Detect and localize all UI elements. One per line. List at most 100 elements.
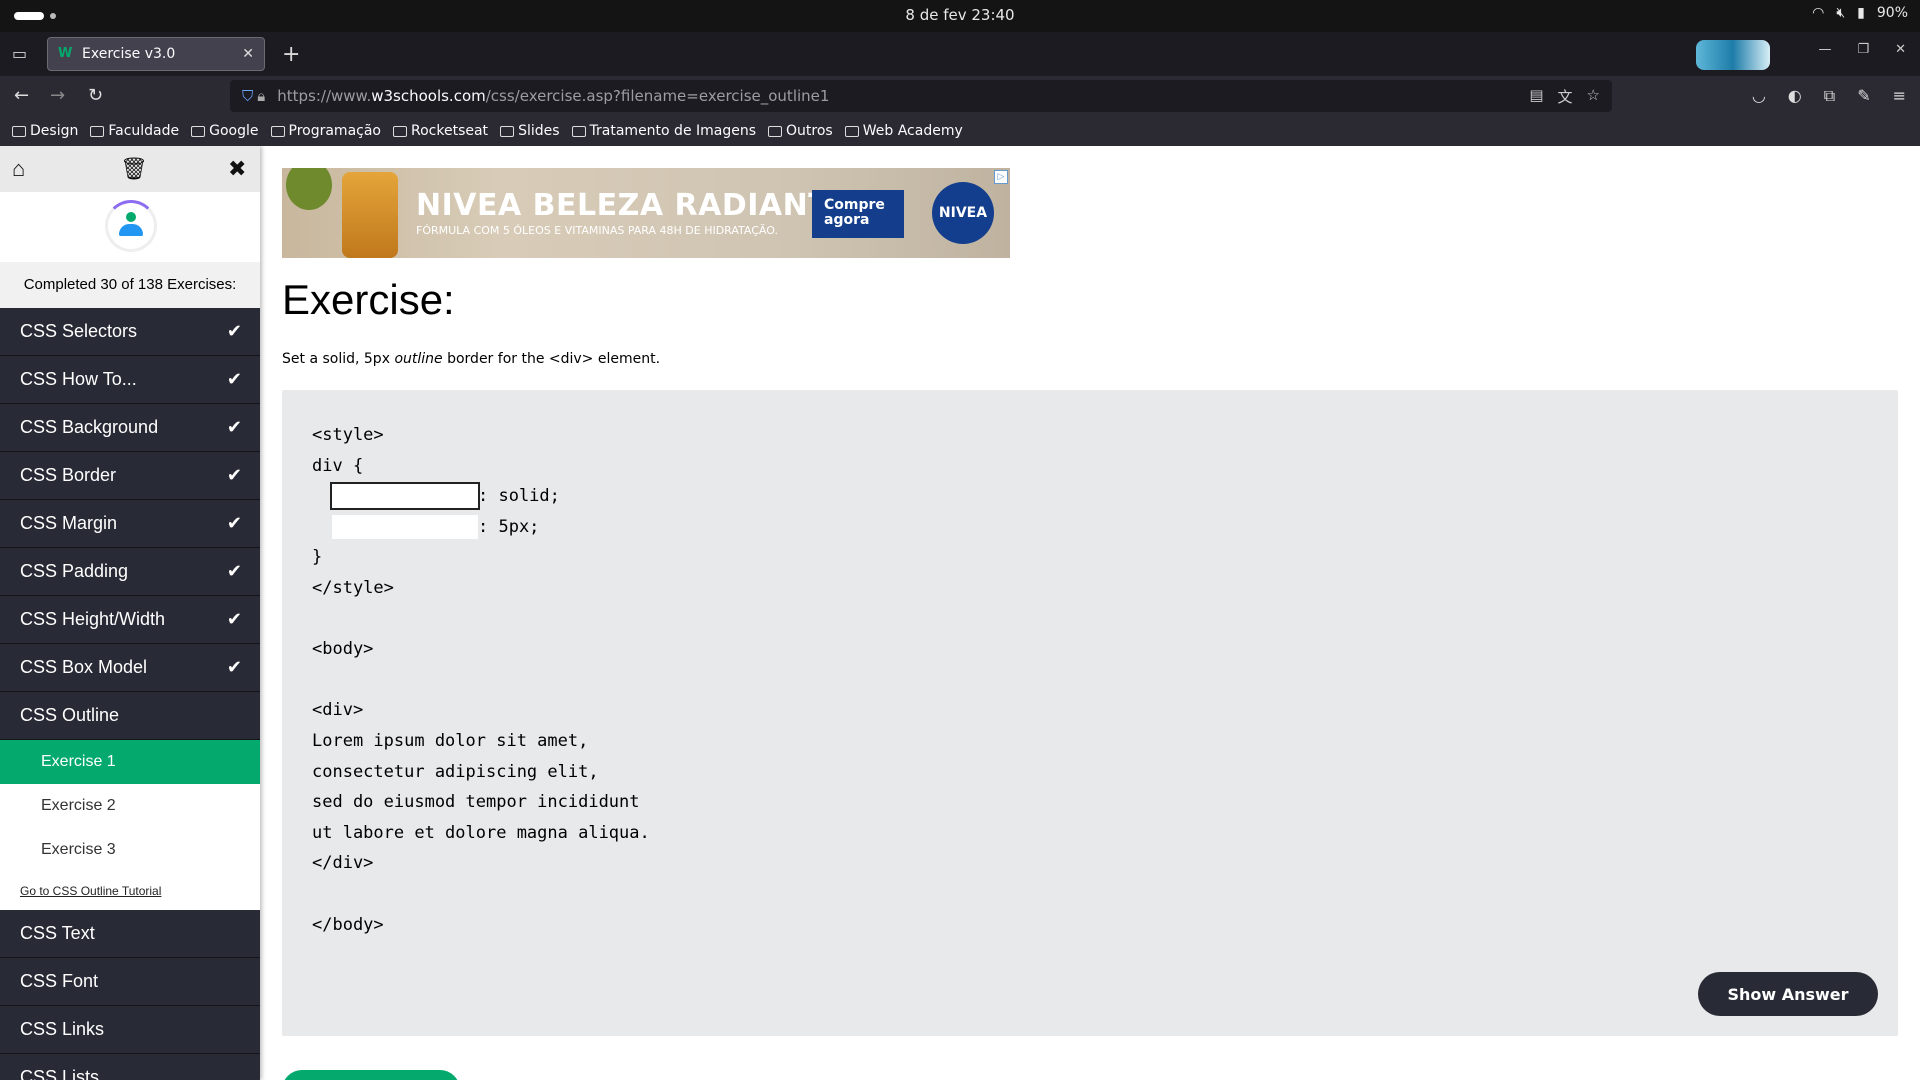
- restore-icon[interactable]: ❐: [1857, 42, 1869, 57]
- wifi-icon: ◠: [1812, 5, 1825, 21]
- bookmark-faculdade[interactable]: Faculdade: [90, 123, 179, 139]
- bookmark-design[interactable]: Design: [12, 123, 78, 139]
- sidebar-item-css-background[interactable]: CSS Background ✔: [0, 404, 260, 452]
- w3schools-favicon-icon: W: [58, 46, 73, 61]
- clock[interactable]: 8 de fev 23:40: [0, 6, 1920, 24]
- pocket-icon[interactable]: ◡: [1752, 86, 1766, 106]
- bookmark-rocketseat[interactable]: Rocketseat: [393, 123, 488, 139]
- code-line: <div>: [312, 700, 364, 721]
- code-line: : 5px;: [312, 512, 650, 543]
- home-icon[interactable]: ⌂: [12, 156, 25, 182]
- submit-answer-button[interactable]: [282, 1070, 460, 1080]
- extension-icon[interactable]: ◐: [1788, 86, 1802, 106]
- product-bottle-image: [342, 172, 398, 258]
- code-line: </style>: [312, 577, 394, 598]
- page-title: Exercise:: [282, 276, 455, 323]
- ad-logo: NIVEA: [932, 182, 994, 244]
- code-line: div {: [312, 455, 364, 476]
- sidebar-item-css-margin[interactable]: CSS Margin ✔: [0, 500, 260, 548]
- folder-icon: [90, 125, 105, 137]
- extensions-puzzle-icon[interactable]: ⧉: [1824, 86, 1835, 106]
- sidebar-item-css-box-model[interactable]: CSS Box Model ✔: [0, 644, 260, 692]
- show-answer-button[interactable]: Show Answer: [1698, 972, 1878, 1016]
- reader-view-icon[interactable]: ▤: [1529, 86, 1543, 107]
- translate-icon[interactable]: 文: [1558, 86, 1573, 107]
- lock-icon[interactable]: 🔒︎: [257, 87, 265, 105]
- close-window-icon[interactable]: ✕: [1895, 42, 1906, 57]
- profile-progress[interactable]: [0, 192, 260, 262]
- trash-icon[interactable]: 🗑︎: [120, 156, 148, 182]
- exercise-2-link[interactable]: Exercise 2: [0, 784, 260, 828]
- sidebar-item-label: CSS Selectors: [20, 321, 138, 341]
- back-icon[interactable]: ←: [14, 85, 29, 106]
- system-tray[interactable]: ◠ 🔇︎ ▮ 90%: [1812, 5, 1908, 21]
- battery-icon: ▮: [1857, 5, 1865, 21]
- reload-icon[interactable]: ↻: [88, 85, 103, 106]
- code-line: : solid;: [312, 481, 650, 512]
- checkmark-icon: ✔: [226, 321, 242, 341]
- volume-muted-icon: 🔇︎: [1836, 5, 1846, 21]
- checkmark-icon: ✔: [226, 369, 242, 389]
- sidebar-item-label: CSS Height/Width: [20, 609, 166, 629]
- customize-icon[interactable]: ✎: [1857, 86, 1870, 106]
- forward-icon[interactable]: →: [50, 85, 65, 106]
- close-tab-icon[interactable]: ✕: [242, 46, 254, 62]
- code-line: }: [312, 547, 323, 568]
- exercise-3-link[interactable]: Exercise 3: [0, 828, 260, 872]
- answer-input-2[interactable]: [332, 514, 478, 539]
- sidebar-item-css-links[interactable]: CSS Links: [0, 1006, 260, 1054]
- code-line: Lorem ipsum dolor sit amet,: [312, 730, 589, 751]
- sidebar-item-css-height-width[interactable]: CSS Height/Width ✔: [0, 596, 260, 644]
- sidebar-item-label: CSS Margin: [20, 513, 118, 533]
- url-bar[interactable]: ⛉ 🔒︎ https://www. w3schools.com/css/exerc…: [230, 80, 1612, 112]
- window-controls: — ❐ ✕: [1818, 42, 1906, 57]
- tab-exercise[interactable]: W Exercise v3.0 ✕: [47, 37, 265, 71]
- code-line: sed do eiusmod tempor incididunt: [312, 792, 640, 813]
- checkmark-icon: ✔: [226, 465, 242, 485]
- checkmark-icon: ✔: [226, 657, 242, 677]
- bookmark-slides[interactable]: Slides: [500, 123, 560, 139]
- sidebar-item-css-text[interactable]: CSS Text: [0, 910, 260, 958]
- bookmark-outros[interactable]: Outros: [768, 123, 833, 139]
- completed-count: Completed 30 of 138 Exercises:: [0, 262, 260, 308]
- bookmark-web-academy[interactable]: Web Academy: [844, 123, 963, 139]
- minimize-icon[interactable]: —: [1818, 42, 1831, 57]
- folder-icon: [191, 125, 206, 137]
- folder-icon: [500, 125, 515, 137]
- new-tab-icon[interactable]: +: [282, 42, 300, 67]
- tutorial-link[interactable]: Go to CSS Outline Tutorial: [0, 872, 260, 910]
- sidebar-toolbar: ⌂ 🗑︎ ✖: [0, 146, 260, 192]
- folder-icon: [768, 125, 783, 137]
- battery-level: 90%: [1876, 5, 1908, 21]
- bookmark-google[interactable]: Google: [191, 123, 259, 139]
- ad-cta-button[interactable]: Compre agora: [812, 190, 904, 238]
- tracking-shield-icon[interactable]: ⛉: [242, 87, 253, 105]
- code-line: ut labore et dolore magna aliqua.: [312, 822, 650, 843]
- tab-list-icon[interactable]: ▭: [12, 44, 27, 63]
- advertisement-banner[interactable]: NIVEA BELEZA RADIANTE FÓRMULA COM 5 ÓLEO…: [282, 168, 1010, 258]
- user-avatar-icon: [119, 212, 143, 238]
- web-page: ⌂ 🗑︎ ✖ Completed 30 of 138 Exercises: CS…: [0, 146, 1920, 1080]
- toolbar-right: ◡ ◐ ⧉ ✎ ≡: [1752, 86, 1906, 106]
- main-content: NIVEA BELEZA RADIANTE FÓRMULA COM 5 ÓLEO…: [282, 146, 1902, 1080]
- bookmark-tratamento-de-imagens[interactable]: Tratamento de Imagens: [571, 123, 756, 139]
- answer-input-1[interactable]: [330, 482, 480, 511]
- sidebar-item-css-lists[interactable]: CSS Lists: [0, 1054, 260, 1080]
- sidebar-item-css-border[interactable]: CSS Border ✔: [0, 452, 260, 500]
- os-top-bar: 8 de fev 23:40 ◠ 🔇︎ ▮ 90%: [0, 0, 1920, 32]
- close-icon[interactable]: ✖: [228, 156, 246, 182]
- exercise-1-link[interactable]: Exercise 1: [0, 740, 260, 784]
- sidebar-item-label: CSS Text: [20, 923, 95, 943]
- bookmark-star-icon[interactable]: ☆: [1587, 86, 1600, 107]
- sidebar-item-css-outline[interactable]: CSS Outline: [0, 692, 260, 740]
- sidebar-item-css-font[interactable]: CSS Font: [0, 958, 260, 1006]
- code-line: <style>: [312, 425, 384, 445]
- sidebar-item-css-how-to[interactable]: CSS How To... ✔: [0, 356, 260, 404]
- sidebar-item-css-selectors[interactable]: CSS Selectors ✔: [0, 308, 260, 356]
- bookmark-programacao[interactable]: Programação: [270, 123, 381, 139]
- sidebar-item-css-padding[interactable]: CSS Padding ✔: [0, 548, 260, 596]
- adchoices-icon[interactable]: ▷: [994, 170, 1008, 184]
- menu-icon[interactable]: ≡: [1893, 86, 1906, 106]
- tab-title: Exercise v3.0: [82, 46, 176, 62]
- folder-icon: [571, 125, 586, 137]
